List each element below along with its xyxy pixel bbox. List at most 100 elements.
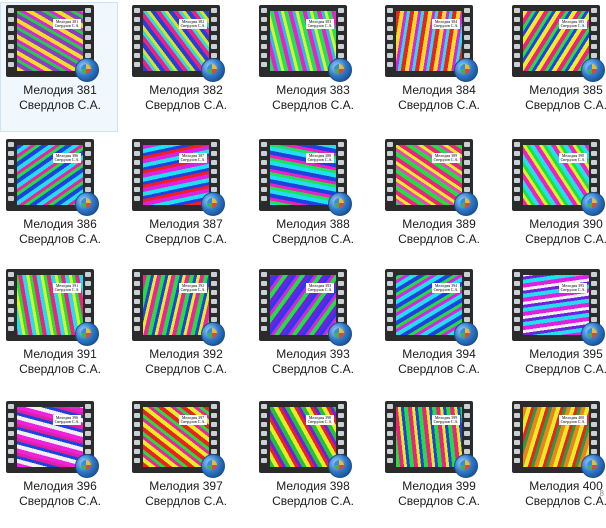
video-file-tile[interactable]: Мелодия 394 Свердлов С.А. Мелодия 394 Свер… <box>379 266 497 396</box>
video-file-tile[interactable]: Мелодия 393 Свердлов С.А. Мелодия 393 Свер… <box>253 266 371 396</box>
thumbnail-text-label: Мелодия 394 Свердлов С.А. <box>432 283 460 293</box>
file-grid: Мелодия 381 Свердлов С.А. Мелодия 381 Свер… <box>0 0 606 508</box>
thumbnail-art: Мелодия 382 Свердлов С.А. <box>143 11 209 71</box>
scroll-indicator[interactable]: 8 <box>600 489 604 498</box>
video-file-tile[interactable]: Мелодия 385 Свердлов С.А. Мелодия 385 Свер… <box>506 2 606 132</box>
thumbnail-art: Мелодия 393 Свердлов С.А. <box>270 275 336 335</box>
media-player-icon <box>328 454 352 478</box>
film-perforation <box>514 404 521 470</box>
video-file-tile[interactable]: Мелодия 395 Свердлов С.А. Мелодия 395 Свер… <box>506 266 606 396</box>
file-title: Мелодия 391 <box>23 347 97 361</box>
thumbnail-art: Мелодия 388 Свердлов С.А. <box>270 145 336 205</box>
file-name-label: Мелодия 385 Свердлов С.А. <box>507 83 606 113</box>
thumbnail-art: Мелодия 395 Свердлов С.А. <box>523 275 589 335</box>
film-perforation <box>8 142 15 208</box>
media-player-icon <box>581 192 605 216</box>
file-name-label: Мелодия 382 Свердлов С.А. <box>127 83 245 113</box>
film-perforation <box>387 8 394 74</box>
file-title: Мелодия 384 <box>402 83 476 97</box>
media-player-icon <box>328 192 352 216</box>
film-perforation <box>134 272 141 338</box>
media-player-icon <box>454 192 478 216</box>
video-file-tile[interactable]: Мелодия 386 Свердлов С.А. Мелодия 386 Свер… <box>0 136 118 266</box>
file-title: Мелодия 396 <box>23 479 97 493</box>
thumbnail-art: Мелодия 398 Свердлов С.А. <box>270 407 336 467</box>
file-author: Свердлов С.А. <box>272 232 354 246</box>
film-perforation <box>134 404 141 470</box>
thumbnail-art: Мелодия 399 Свердлов С.А. <box>396 407 462 467</box>
video-file-tile[interactable]: Мелодия 384 Свердлов С.А. Мелодия 384 Свер… <box>379 2 497 132</box>
film-perforation <box>514 142 521 208</box>
file-title: Мелодия 383 <box>276 83 350 97</box>
thumbnail-text-label: Мелодия 400 Свердлов С.А. <box>559 415 587 425</box>
video-file-tile[interactable]: Мелодия 382 Свердлов С.А. Мелодия 382 Свер… <box>126 2 244 132</box>
video-file-tile[interactable]: Мелодия 390 Свердлов С.А. Мелодия 390 Свер… <box>506 136 606 266</box>
media-player-icon <box>328 322 352 346</box>
file-title: Мелодия 387 <box>149 217 223 231</box>
video-file-tile[interactable]: Мелодия 387 Свердлов С.А. Мелодия 387 Свер… <box>126 136 244 266</box>
thumbnail-text-label: Мелодия 398 Свердлов С.А. <box>306 415 334 425</box>
file-name-label: Мелодия 389 Свердлов С.А. <box>380 217 498 247</box>
video-file-tile[interactable]: Мелодия 389 Свердлов С.А. Мелодия 389 Свер… <box>379 136 497 266</box>
video-file-tile[interactable]: Мелодия 388 Свердлов С.А. Мелодия 388 Свер… <box>253 136 371 266</box>
file-author: Свердлов С.А. <box>145 98 227 112</box>
thumbnail-text-label: Мелодия 393 Свердлов С.А. <box>306 283 334 293</box>
thumbnail-art: Мелодия 386 Свердлов С.А. <box>17 145 83 205</box>
file-author: Свердлов С.А. <box>525 232 606 246</box>
thumbnail-art: Мелодия 391 Свердлов С.А. <box>17 275 83 335</box>
file-name-label: Мелодия 399 Свердлов С.А. <box>380 479 498 509</box>
file-author: Свердлов С.А. <box>525 98 606 112</box>
video-file-tile[interactable]: Мелодия 392 Свердлов С.А. Мелодия 392 Свер… <box>126 266 244 396</box>
thumbnail-text-label: Мелодия 384 Свердлов С.А. <box>432 19 460 29</box>
video-file-tile[interactable]: Мелодия 396 Свердлов С.А. Мелодия 396 Свер… <box>0 398 118 528</box>
video-file-tile[interactable]: Мелодия 391 Свердлов С.А. Мелодия 391 Свер… <box>0 266 118 396</box>
file-name-label: Мелодия 395 Свердлов С.А. <box>507 347 606 377</box>
media-player-icon <box>454 58 478 82</box>
film-perforation <box>8 272 15 338</box>
file-name-label: Мелодия 386 Свердлов С.А. <box>1 217 119 247</box>
file-title: Мелодия 392 <box>149 347 223 361</box>
file-title: Мелодия 397 <box>149 479 223 493</box>
thumbnail-text-label: Мелодия 389 Свердлов С.А. <box>432 153 460 163</box>
file-title: Мелодия 394 <box>402 347 476 361</box>
file-title: Мелодия 393 <box>276 347 350 361</box>
file-name-label: Мелодия 383 Свердлов С.А. <box>254 83 372 113</box>
media-player-icon <box>75 192 99 216</box>
file-author: Свердлов С.А. <box>19 232 101 246</box>
file-title: Мелодия 398 <box>276 479 350 493</box>
film-perforation <box>514 272 521 338</box>
file-title: Мелодия 385 <box>529 83 603 97</box>
film-perforation <box>261 404 268 470</box>
thumbnail-text-label: Мелодия 383 Свердлов С.А. <box>306 19 334 29</box>
file-author: Свердлов С.А. <box>145 362 227 376</box>
file-name-label: Мелодия 394 Свердлов С.А. <box>380 347 498 377</box>
thumbnail-text-label: Мелодия 381 Свердлов С.А. <box>53 19 81 29</box>
file-author: Свердлов С.А. <box>19 362 101 376</box>
thumbnail-text-label: Мелодия 399 Свердлов С.А. <box>432 415 460 425</box>
file-title: Мелодия 381 <box>23 83 97 97</box>
film-perforation <box>387 404 394 470</box>
thumbnail-text-label: Мелодия 397 Свердлов С.А. <box>179 415 207 425</box>
video-file-tile[interactable]: Мелодия 397 Свердлов С.А. Мелодия 397 Свер… <box>126 398 244 528</box>
film-perforation <box>261 142 268 208</box>
video-file-tile[interactable]: Мелодия 399 Свердлов С.А. Мелодия 399 Свер… <box>379 398 497 528</box>
media-player-icon <box>454 322 478 346</box>
file-title: Мелодия 399 <box>402 479 476 493</box>
thumbnail-art: Мелодия 389 Свердлов С.А. <box>396 145 462 205</box>
video-file-tile[interactable]: Мелодия 381 Свердлов С.А. Мелодия 381 Свер… <box>0 2 118 132</box>
media-player-icon <box>201 192 225 216</box>
film-perforation <box>387 142 394 208</box>
file-name-label: Мелодия 400 Свердлов С.А. <box>507 479 606 509</box>
video-file-tile[interactable]: Мелодия 398 Свердлов С.А. Мелодия 398 Свер… <box>253 398 371 528</box>
file-name-label: Мелодия 393 Свердлов С.А. <box>254 347 372 377</box>
film-perforation <box>514 8 521 74</box>
media-player-icon <box>581 454 605 478</box>
thumbnail-art: Мелодия 390 Свердлов С.А. <box>523 145 589 205</box>
thumbnail-text-label: Мелодия 386 Свердлов С.А. <box>53 153 81 163</box>
file-author: Свердлов С.А. <box>398 362 480 376</box>
thumbnail-art: Мелодия 384 Свердлов С.А. <box>396 11 462 71</box>
video-file-tile[interactable]: Мелодия 400 Свердлов С.А. Мелодия 400 Свер… <box>506 398 606 528</box>
file-name-label: Мелодия 384 Свердлов С.А. <box>380 83 498 113</box>
thumbnail-art: Мелодия 396 Свердлов С.А. <box>17 407 83 467</box>
video-file-tile[interactable]: Мелодия 383 Свердлов С.А. Мелодия 383 Свер… <box>253 2 371 132</box>
